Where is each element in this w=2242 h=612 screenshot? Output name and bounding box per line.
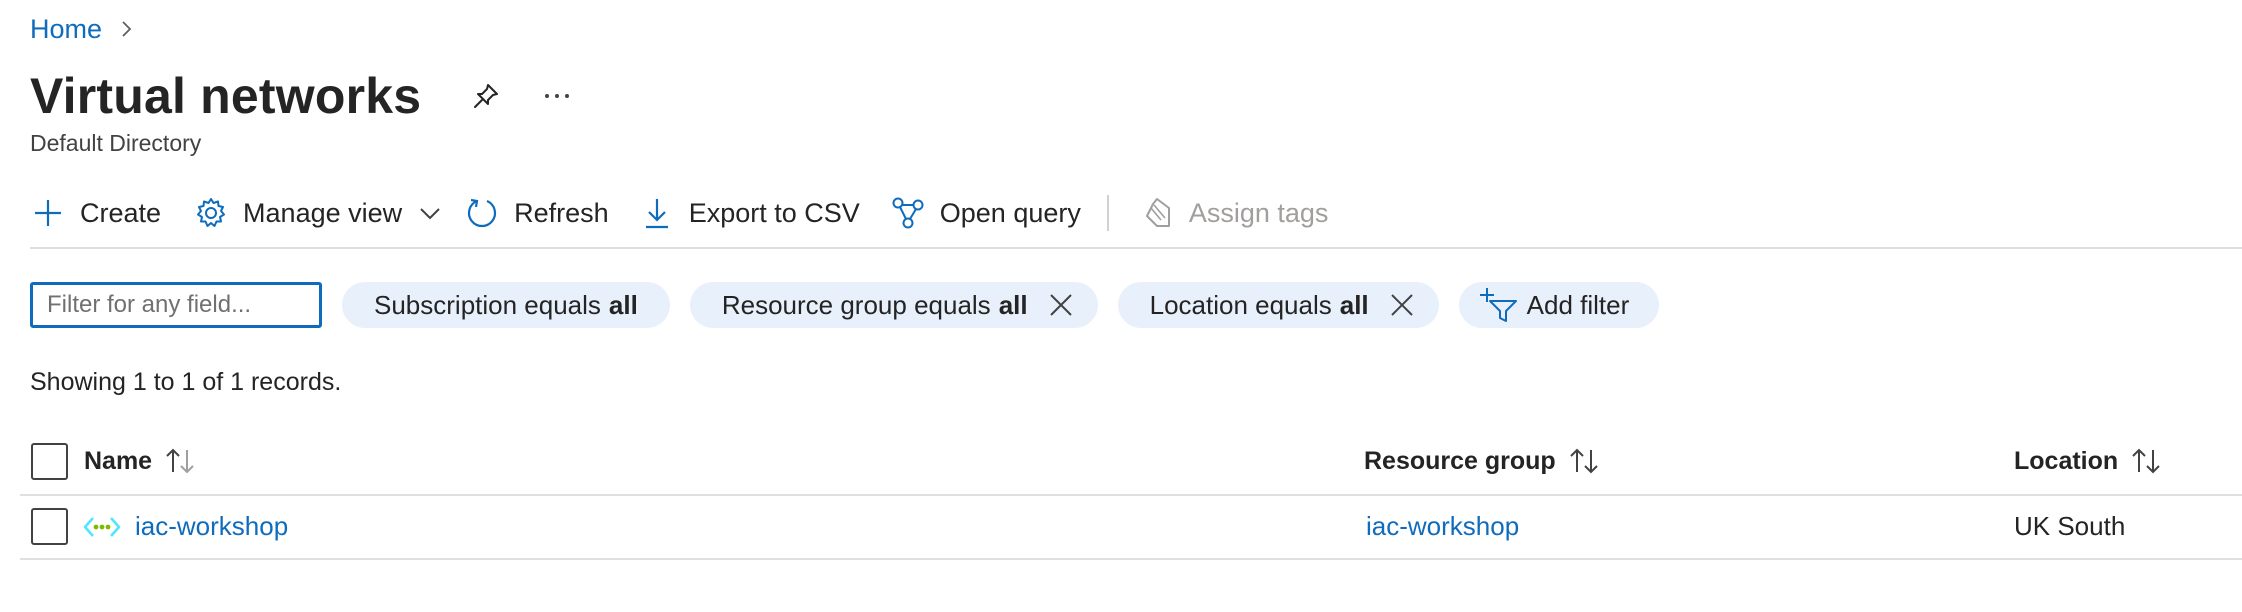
- add-filter-icon: [1479, 285, 1519, 325]
- assign-tags-button[interactable]: Assign tags: [1139, 188, 1329, 238]
- create-label: Create: [80, 197, 162, 228]
- close-icon[interactable]: [1387, 290, 1417, 320]
- cell-location: UK South: [2014, 511, 2126, 541]
- cell-resource-group: iac-workshop: [1366, 511, 1519, 542]
- toolbar-divider: [30, 247, 2242, 249]
- refresh-icon: [464, 195, 500, 231]
- download-icon: [639, 195, 675, 231]
- assign-tags-label: Assign tags: [1188, 197, 1329, 228]
- row-checkbox[interactable]: [31, 508, 68, 545]
- command-toolbar: Create Manage view Refresh Export to CSV…: [30, 188, 1328, 238]
- location-filter-label: Location equals: [1149, 289, 1332, 320]
- column-header-location[interactable]: Location: [2014, 446, 2166, 476]
- filter-bar: Subscription equals all Resource group e…: [30, 281, 1660, 329]
- resource-group-filter-label: Resource group equals: [721, 289, 991, 320]
- add-filter-label: Add filter: [1526, 289, 1630, 320]
- open-query-label: Open query: [939, 197, 1081, 228]
- export-csv-label: Export to CSV: [688, 197, 860, 228]
- toolbar-separator: [1106, 195, 1109, 231]
- select-all-checkbox[interactable]: [31, 443, 68, 480]
- records-count: Showing 1 to 1 of 1 records.: [30, 368, 342, 396]
- more-icon[interactable]: [537, 79, 577, 113]
- location-filter-pill[interactable]: Location equals all: [1117, 282, 1439, 328]
- manage-view-label: Manage view: [243, 197, 403, 228]
- refresh-button[interactable]: Refresh: [464, 188, 609, 238]
- resource-group-filter-value: all: [998, 289, 1028, 320]
- resource-table: Name Resource group Location iac-worksho…: [20, 436, 2242, 560]
- sort-icon: [164, 446, 200, 476]
- export-csv-button[interactable]: Export to CSV: [639, 188, 860, 238]
- table-row: iac-workshop iac-workshop UK South: [20, 496, 2242, 560]
- sort-icon: [2130, 446, 2166, 476]
- column-location-label: Location: [2014, 446, 2119, 475]
- resource-group-link[interactable]: iac-workshop: [1366, 511, 1519, 542]
- open-query-button[interactable]: Open query: [890, 188, 1081, 238]
- create-button[interactable]: Create: [30, 188, 161, 238]
- add-filter-button[interactable]: Add filter: [1458, 282, 1660, 328]
- page-subtitle: Default Directory: [30, 130, 202, 156]
- page-title: Virtual networks: [30, 68, 422, 124]
- gear-icon: [193, 195, 229, 231]
- breadcrumb: Home: [30, 12, 136, 46]
- column-name-label: Name: [84, 446, 153, 475]
- virtual-network-icon: [84, 512, 120, 542]
- table-header: Name Resource group Location: [20, 436, 2242, 496]
- column-header-name[interactable]: Name: [84, 446, 200, 476]
- vnet-name-link[interactable]: iac-workshop: [135, 511, 288, 542]
- refresh-label: Refresh: [514, 197, 609, 228]
- column-resource-group-label: Resource group: [1364, 446, 1556, 475]
- chevron-right-icon: [116, 19, 136, 39]
- subscription-filter-label: Subscription equals: [374, 289, 601, 320]
- plus-icon: [30, 195, 66, 231]
- resource-group-filter-pill[interactable]: Resource group equals all: [689, 282, 1098, 328]
- subscription-filter-value: all: [608, 289, 638, 320]
- tag-icon: [1139, 195, 1175, 231]
- breadcrumb-home-link[interactable]: Home: [30, 14, 102, 45]
- cell-name: iac-workshop: [84, 511, 288, 542]
- sort-icon: [1568, 446, 1604, 476]
- subscription-filter-pill[interactable]: Subscription equals all: [342, 282, 670, 328]
- title-row: Virtual networks: [30, 66, 577, 126]
- chevron-down-icon: [412, 195, 448, 231]
- pin-icon[interactable]: [469, 79, 503, 113]
- manage-view-button[interactable]: Manage view: [193, 188, 448, 238]
- close-icon[interactable]: [1046, 290, 1076, 320]
- page: Home Virtual networks Default Directory …: [0, 0, 2242, 612]
- query-icon: [890, 195, 926, 231]
- column-header-resource-group[interactable]: Resource group: [1364, 446, 1604, 476]
- location-filter-value: all: [1339, 289, 1369, 320]
- filter-input[interactable]: [30, 282, 322, 328]
